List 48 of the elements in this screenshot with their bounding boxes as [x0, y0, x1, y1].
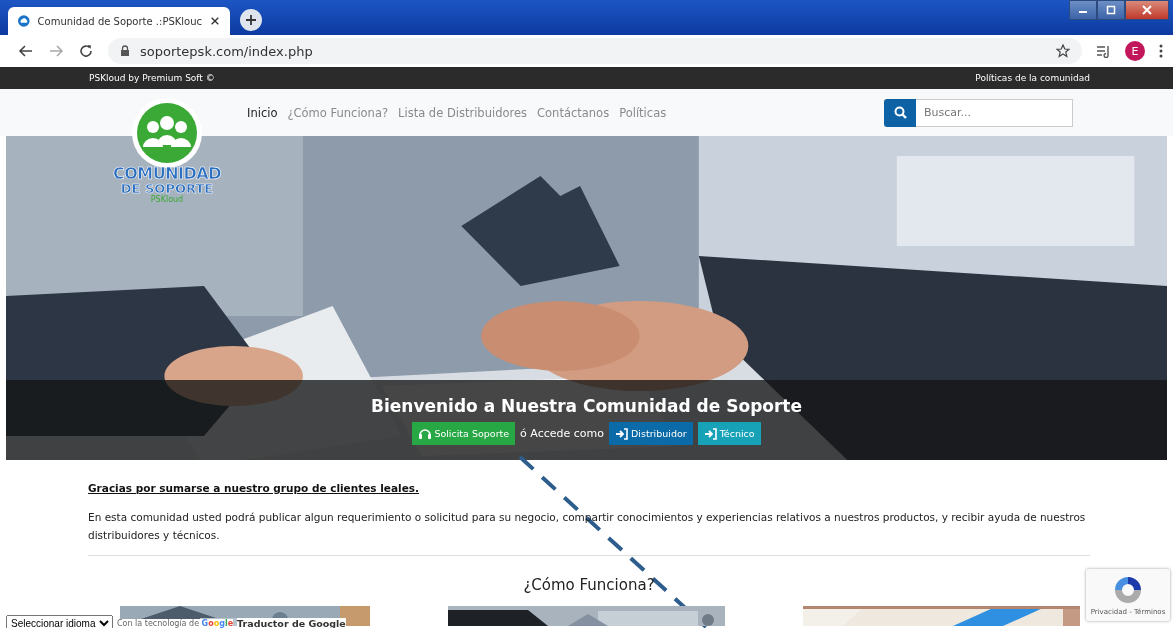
close-icon[interactable] — [210, 15, 220, 27]
brand-text: PSKloud by Premium Soft © — [89, 73, 215, 83]
close-button[interactable] — [1125, 0, 1169, 20]
plus-icon — [244, 13, 258, 27]
hero-button[interactable]: Solicita Soporte — [412, 421, 516, 445]
hero-button[interactable]: Técnico — [697, 421, 761, 445]
url-text: soportepsk.com/index.php — [140, 43, 313, 59]
lock-icon — [120, 45, 130, 57]
maximize-icon — [1106, 5, 1116, 15]
back-arrow-icon[interactable] — [18, 43, 34, 59]
search-icon — [893, 106, 907, 119]
tab-title: Comunidad de Soporte .:PSKlouc — [37, 15, 203, 27]
sign-in-icon — [615, 426, 628, 440]
search-button[interactable] — [884, 98, 916, 127]
hero-text: ó Accede como — [520, 426, 604, 440]
cloud-icon — [18, 14, 30, 28]
logo-text: PSKloud — [150, 196, 184, 203]
profile-avatar[interactable]: E — [1125, 41, 1145, 61]
language-dropdown[interactable]: Seleccionar idioma — [6, 615, 113, 628]
hero-title: Bienvenido a Nuestra Comunidad de Soporte — [370, 395, 803, 416]
close-icon — [1142, 5, 1152, 15]
nav-link[interactable]: Inicio — [247, 105, 278, 120]
maximize-button[interactable] — [1097, 0, 1125, 20]
hero-button[interactable]: Distribuidor — [609, 421, 693, 445]
nav-link[interactable]: Políticas — [619, 105, 667, 120]
logo-text: DE SOPORTE — [120, 182, 214, 196]
intro-paragraph: En esta comunidad usted podrá publicar algun requerimiento o solicitud para su negocio, compartir conocimientos y experiencias relativos a nuestros productos, y recibir ayuda de nuestros distribuidores y técnicos. — [88, 510, 1087, 543]
logo-text: COMUNIDAD — [112, 165, 221, 182]
nav-link[interactable]: ¿Cómo Funciona? — [287, 105, 389, 120]
search-field[interactable]: Buscar... — [916, 98, 1073, 127]
community-policies-link[interactable]: Políticas de la comunidad — [975, 73, 1090, 83]
star-icon[interactable] — [1056, 44, 1070, 58]
menu-icon[interactable] — [1159, 44, 1163, 58]
intro-heading: Gracias por sumarse a nuestro grupo de clientes leales. — [88, 482, 421, 494]
sign-in-icon — [703, 426, 717, 440]
section-title: ¿Cómo Funciona? — [522, 576, 656, 594]
minimize-button[interactable] — [1069, 0, 1097, 20]
recaptcha-icon — [1112, 574, 1144, 606]
translate-credit: Con la tecnología de Google — [117, 618, 234, 628]
reload-icon[interactable] — [78, 43, 94, 59]
nav-link[interactable]: Contáctanos — [537, 105, 610, 120]
new-tab-button[interactable] — [240, 9, 262, 31]
nav-link[interactable]: Lista de Distribuidores — [398, 105, 528, 120]
headset-icon — [418, 426, 432, 440]
google-translate-link[interactable]: Traductor de Google — [237, 617, 346, 628]
address-field[interactable]: soportepsk.com/index.php — [108, 38, 1082, 64]
browser-tab[interactable]: Comunidad de Soporte .:PSKlouc — [8, 7, 230, 35]
playlist-icon[interactable] — [1096, 44, 1111, 58]
